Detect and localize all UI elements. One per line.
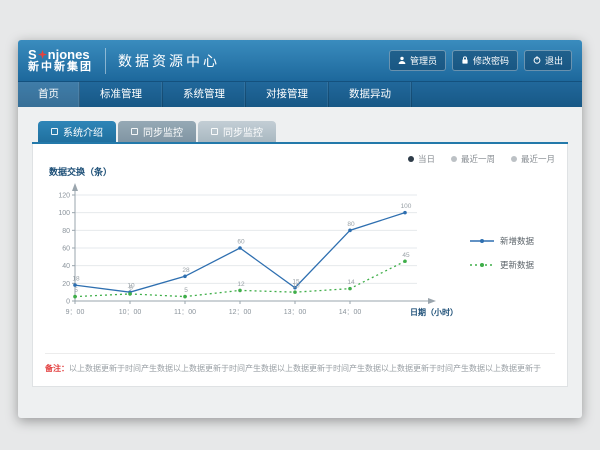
logout-label: 退出 xyxy=(545,54,563,67)
svg-text:日期（小时）: 日期（小时） xyxy=(410,307,458,317)
svg-text:120: 120 xyxy=(58,193,70,200)
svg-text:5: 5 xyxy=(74,287,78,294)
footnote-label: 备注： xyxy=(45,364,69,373)
admin-label: 管理员 xyxy=(410,54,437,67)
svg-text:8: 8 xyxy=(129,284,133,291)
time-filter-legend: 当日 最近一周 最近一月 xyxy=(45,152,555,165)
tab-icon xyxy=(51,128,58,135)
header-actions: 管理员 修改密码 退出 xyxy=(389,50,572,71)
lock-icon xyxy=(461,56,469,66)
svg-text:5: 5 xyxy=(184,287,188,294)
line-chart: 0 20 40 60 80 100 120 9：00 10：00 11：00 12：00 13：00 1… xyxy=(45,181,460,339)
svg-text:14：00: 14：00 xyxy=(339,309,362,316)
page-title: 数据资源中心 xyxy=(118,51,220,71)
tab-icon xyxy=(131,128,138,135)
logo-suffix: njones xyxy=(48,48,90,62)
nav-item-home[interactable]: 首页 xyxy=(18,82,80,107)
svg-text:13：00: 13：00 xyxy=(284,309,307,316)
logo-prefix: S xyxy=(28,48,37,62)
svg-text:100: 100 xyxy=(58,210,70,217)
tab-label: 同步监控 xyxy=(223,124,263,139)
filter-label: 最近一周 xyxy=(461,153,495,165)
svg-text:12：00: 12：00 xyxy=(229,309,252,316)
dot-icon xyxy=(408,156,414,162)
filter-label: 最近一月 xyxy=(521,153,555,165)
series-legend: 新增数据 更新数据 xyxy=(460,235,534,271)
header-divider xyxy=(105,48,106,74)
change-password-label: 修改密码 xyxy=(473,54,509,67)
nav-item-connect-mgmt[interactable]: 对接管理 xyxy=(246,82,329,107)
svg-text:14: 14 xyxy=(347,279,355,286)
tab-label: 同步监控 xyxy=(143,124,183,139)
tab-system-intro[interactable]: 系统介绍 xyxy=(38,121,116,142)
svg-text:20: 20 xyxy=(62,281,70,288)
solid-line-icon xyxy=(470,237,494,245)
svg-text:60: 60 xyxy=(62,246,70,253)
chart-row: 0 20 40 60 80 100 120 9：00 10：00 11：00 12：00 13：00 1… xyxy=(45,181,555,339)
svg-text:18: 18 xyxy=(72,276,80,283)
svg-text:10: 10 xyxy=(292,283,300,290)
logout-button[interactable]: 退出 xyxy=(524,50,572,71)
svg-text:28: 28 xyxy=(182,267,190,274)
filter-today[interactable]: 当日 xyxy=(408,153,435,165)
legend-new-data[interactable]: 新增数据 xyxy=(470,235,534,247)
brand-logo: S njones 新中新集团 xyxy=(28,48,93,73)
dot-icon xyxy=(511,156,517,162)
app-window: S njones 新中新集团 数据资源中心 管理员 修改密码 xyxy=(18,40,582,418)
svg-text:60: 60 xyxy=(237,239,245,246)
content-area: 系统介绍 同步监控 同步监控 当日 最近一周 xyxy=(18,107,582,387)
footnote: 备注：以上数据更新于时间产生数据以上数据更新于时间产生数据以上数据更新于时间产生… xyxy=(45,353,555,374)
tab-label: 系统介绍 xyxy=(63,124,103,139)
nav-item-standard-mgmt[interactable]: 标准管理 xyxy=(80,82,163,107)
svg-text:9：00: 9：00 xyxy=(66,309,85,316)
svg-text:45: 45 xyxy=(402,252,410,259)
legend-label: 更新数据 xyxy=(500,259,534,271)
company-name: 新中新集团 xyxy=(28,62,93,74)
filter-last-month[interactable]: 最近一月 xyxy=(511,153,555,165)
nav-item-data-change[interactable]: 数据异动 xyxy=(329,82,412,107)
filter-last-week[interactable]: 最近一周 xyxy=(451,153,495,165)
legend-label: 新增数据 xyxy=(500,235,534,247)
tab-sync-monitor-1[interactable]: 同步监控 xyxy=(118,121,196,142)
svg-text:0: 0 xyxy=(66,299,70,306)
star-icon xyxy=(38,48,47,62)
change-password-button[interactable]: 修改密码 xyxy=(452,50,518,71)
filter-label: 当日 xyxy=(418,153,435,165)
svg-text:40: 40 xyxy=(62,263,70,270)
svg-text:11：00: 11：00 xyxy=(174,309,196,316)
app-header: S njones 新中新集团 数据资源中心 管理员 修改密码 xyxy=(18,40,582,82)
tab-bar: 系统介绍 同步监控 同步监控 xyxy=(32,121,568,142)
main-nav: 首页 标准管理 系统管理 对接管理 数据异动 xyxy=(18,82,582,107)
svg-text:10：00: 10：00 xyxy=(119,309,142,316)
user-icon xyxy=(398,56,406,66)
tab-icon xyxy=(211,128,218,135)
dot-icon xyxy=(451,156,457,162)
tab-sync-monitor-2[interactable]: 同步监控 xyxy=(198,121,276,142)
power-icon xyxy=(533,56,541,66)
svg-text:100: 100 xyxy=(401,203,412,210)
svg-text:80: 80 xyxy=(347,221,355,228)
admin-button[interactable]: 管理员 xyxy=(389,50,446,71)
nav-item-system-mgmt[interactable]: 系统管理 xyxy=(163,82,246,107)
logo-wordmark: S njones xyxy=(28,48,93,62)
dotted-line-icon xyxy=(470,261,494,269)
legend-update-data[interactable]: 更新数据 xyxy=(470,259,534,271)
footnote-text: 以上数据更新于时间产生数据以上数据更新于时间产生数据以上数据更新于时间产生数据以… xyxy=(69,364,541,373)
y-axis-title: 数据交换（条） xyxy=(49,165,555,178)
svg-text:80: 80 xyxy=(62,228,70,235)
chart-panel: 当日 最近一周 最近一月 数据交换（条） 0 20 40 60 80 100 120 9：00… xyxy=(32,144,568,387)
svg-text:12: 12 xyxy=(237,281,245,288)
